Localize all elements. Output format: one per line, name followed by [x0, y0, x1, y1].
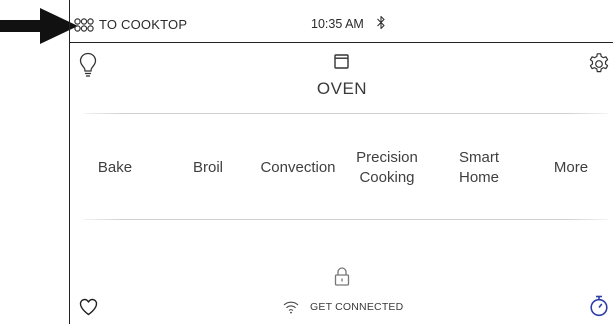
timer-icon[interactable]	[589, 295, 609, 317]
wifi-icon	[283, 301, 299, 314]
get-connected-link[interactable]: GET CONNECTED	[310, 301, 403, 313]
lightbulb-icon[interactable]	[79, 52, 97, 78]
gear-icon[interactable]	[587, 52, 611, 76]
to-cooktop-link[interactable]: TO COOKTOP	[99, 17, 187, 32]
mode-precision-cooking-button[interactable]: Precision Cooking	[350, 140, 424, 196]
mode-label: Smart Home	[458, 149, 499, 186]
oven-icon	[334, 54, 349, 69]
mode-smart-home-button[interactable]: Smart Home	[448, 140, 510, 196]
page-title: OVEN	[316, 79, 368, 98]
menu-divider-bottom	[83, 219, 608, 220]
menu-divider-top	[83, 113, 608, 114]
mode-label: Broil	[192, 159, 223, 176]
mode-label: Convection	[260, 159, 336, 176]
mode-label: More	[553, 159, 589, 176]
mode-convection-button[interactable]: Convection	[252, 140, 344, 196]
lock-icon[interactable]	[334, 266, 350, 286]
mode-label: Precision Cooking	[356, 149, 418, 186]
heart-icon[interactable]	[79, 298, 98, 316]
mode-broil-button[interactable]: Broil	[173, 140, 243, 196]
status-bar-divider	[70, 42, 613, 43]
mode-label: Bake	[97, 159, 133, 176]
mode-bake-button[interactable]: Bake	[80, 140, 150, 196]
cooking-mode-menu: Bake Broil Convection Precision Cooking …	[70, 140, 613, 196]
status-clock: 10:35 AM	[311, 17, 364, 31]
cooktop-icon[interactable]	[74, 18, 94, 32]
callout-arrow-icon	[0, 8, 78, 44]
mode-more-button[interactable]: More	[536, 140, 606, 196]
bluetooth-icon	[377, 15, 385, 30]
